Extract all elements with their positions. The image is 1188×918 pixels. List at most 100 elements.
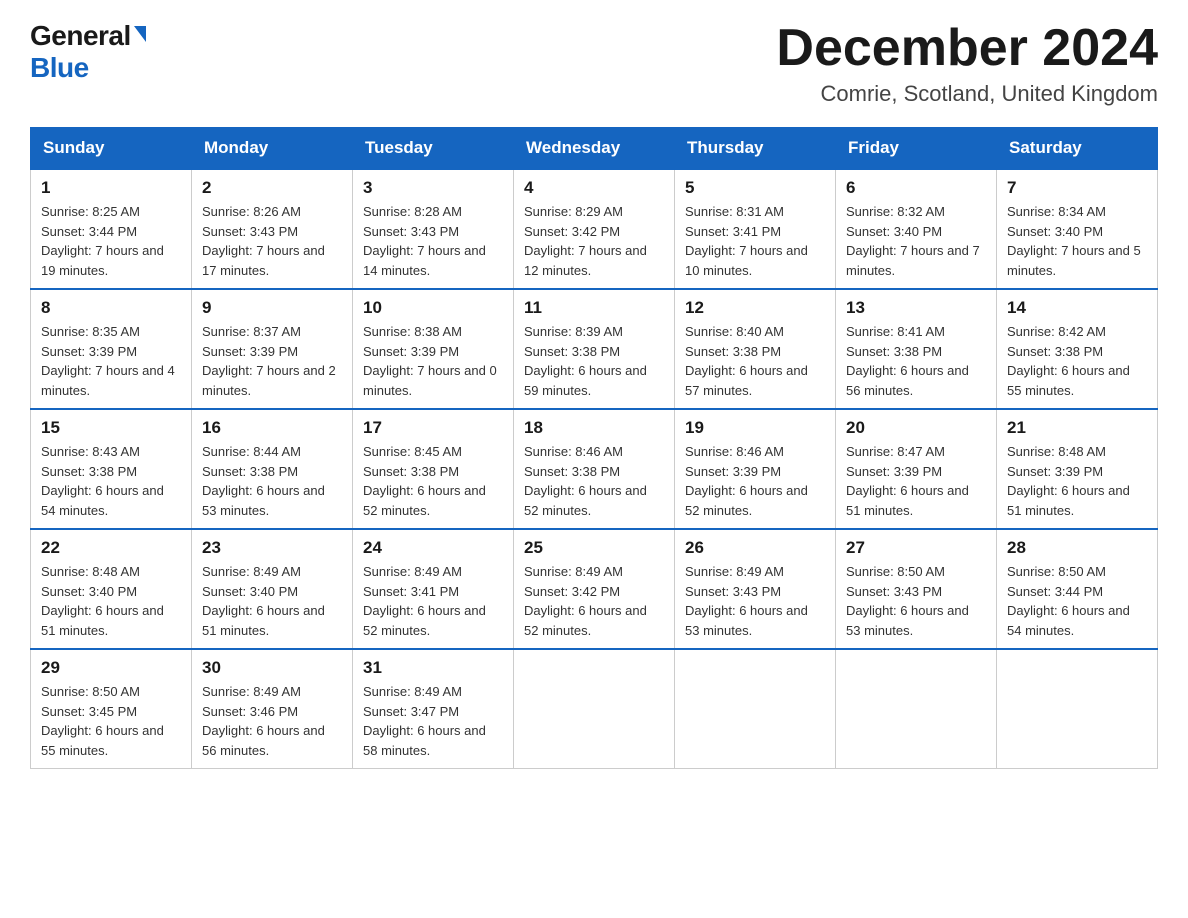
empty-cell (675, 649, 836, 769)
day-number: 8 (41, 298, 181, 318)
day-info: Sunrise: 8:42 AMSunset: 3:38 PMDaylight:… (1007, 322, 1147, 400)
day-number: 27 (846, 538, 986, 558)
day-cell-5: 5 Sunrise: 8:31 AMSunset: 3:41 PMDaylight… (675, 169, 836, 289)
day-cell-30: 30 Sunrise: 8:49 AMSunset: 3:46 PMDayligh… (192, 649, 353, 769)
day-info: Sunrise: 8:35 AMSunset: 3:39 PMDaylight:… (41, 322, 181, 400)
day-number: 6 (846, 178, 986, 198)
day-cell-11: 11Sunrise: 8:39 AMSunset: 3:38 PMDayligh… (514, 289, 675, 409)
day-info: Sunrise: 8:26 AMSunset: 3:43 PMDaylight:… (202, 202, 342, 280)
day-info: Sunrise: 8:34 AMSunset: 3:40 PMDaylight:… (1007, 202, 1147, 280)
day-cell-25: 25 Sunrise: 8:49 AMSunset: 3:42 PMDayligh… (514, 529, 675, 649)
logo-blue-text: Blue (30, 52, 89, 84)
page-header: General Blue December 2024 Comrie, Scotl… (30, 20, 1158, 107)
day-info: Sunrise: 8:49 AMSunset: 3:47 PMDaylight:… (363, 682, 503, 760)
day-cell-26: 26Sunrise: 8:49 AMSunset: 3:43 PMDayligh… (675, 529, 836, 649)
day-number: 17 (363, 418, 503, 438)
month-title: December 2024 (776, 20, 1158, 77)
day-number: 23 (202, 538, 342, 558)
day-info: Sunrise: 8:49 AMSunset: 3:46 PMDaylight:… (202, 682, 342, 760)
empty-cell (997, 649, 1158, 769)
day-info: Sunrise: 8:45 AMSunset: 3:38 PMDaylight:… (363, 442, 503, 520)
day-cell-29: 29 Sunrise: 8:50 AMSunset: 3:45 PMDayligh… (31, 649, 192, 769)
day-cell-22: 22 Sunrise: 8:48 AMSunset: 3:40 PMDayligh… (31, 529, 192, 649)
empty-cell (836, 649, 997, 769)
day-number: 2 (202, 178, 342, 198)
week-row-1: 1 Sunrise: 8:25 AMSunset: 3:44 PMDaylight… (31, 169, 1158, 289)
location-subtitle: Comrie, Scotland, United Kingdom (776, 81, 1158, 107)
day-cell-10: 10Sunrise: 8:38 AMSunset: 3:39 PMDayligh… (353, 289, 514, 409)
day-info: Sunrise: 8:25 AMSunset: 3:44 PMDaylight:… (41, 202, 181, 280)
day-info: Sunrise: 8:38 AMSunset: 3:39 PMDaylight:… (363, 322, 503, 400)
day-number: 28 (1007, 538, 1147, 558)
day-number: 14 (1007, 298, 1147, 318)
day-number: 20 (846, 418, 986, 438)
day-cell-21: 21Sunrise: 8:48 AMSunset: 3:39 PMDayligh… (997, 409, 1158, 529)
logo-arrow-icon (134, 26, 146, 42)
day-cell-31: 31 Sunrise: 8:49 AMSunset: 3:47 PMDayligh… (353, 649, 514, 769)
col-header-saturday: Saturday (997, 128, 1158, 170)
day-cell-1: 1 Sunrise: 8:25 AMSunset: 3:44 PMDaylight… (31, 169, 192, 289)
week-row-5: 29 Sunrise: 8:50 AMSunset: 3:45 PMDayligh… (31, 649, 1158, 769)
day-number: 3 (363, 178, 503, 198)
day-info: Sunrise: 8:44 AMSunset: 3:38 PMDaylight:… (202, 442, 342, 520)
day-info: Sunrise: 8:32 AMSunset: 3:40 PMDaylight:… (846, 202, 986, 280)
calendar-header-row: SundayMondayTuesdayWednesdayThursdayFrid… (31, 128, 1158, 170)
day-info: Sunrise: 8:29 AMSunset: 3:42 PMDaylight:… (524, 202, 664, 280)
day-number: 30 (202, 658, 342, 678)
day-cell-14: 14 Sunrise: 8:42 AMSunset: 3:38 PMDayligh… (997, 289, 1158, 409)
day-info: Sunrise: 8:46 AMSunset: 3:39 PMDaylight:… (685, 442, 825, 520)
col-header-wednesday: Wednesday (514, 128, 675, 170)
empty-cell (514, 649, 675, 769)
day-number: 31 (363, 658, 503, 678)
day-info: Sunrise: 8:50 AMSunset: 3:43 PMDaylight:… (846, 562, 986, 640)
day-info: Sunrise: 8:31 AMSunset: 3:41 PMDaylight:… (685, 202, 825, 280)
day-info: Sunrise: 8:49 AMSunset: 3:40 PMDaylight:… (202, 562, 342, 640)
day-info: Sunrise: 8:40 AMSunset: 3:38 PMDaylight:… (685, 322, 825, 400)
day-number: 15 (41, 418, 181, 438)
col-header-thursday: Thursday (675, 128, 836, 170)
day-info: Sunrise: 8:49 AMSunset: 3:41 PMDaylight:… (363, 562, 503, 640)
day-cell-27: 27 Sunrise: 8:50 AMSunset: 3:43 PMDayligh… (836, 529, 997, 649)
logo: General Blue (30, 20, 146, 84)
day-number: 21 (1007, 418, 1147, 438)
day-cell-28: 28Sunrise: 8:50 AMSunset: 3:44 PMDayligh… (997, 529, 1158, 649)
day-number: 25 (524, 538, 664, 558)
day-cell-16: 16Sunrise: 8:44 AMSunset: 3:38 PMDayligh… (192, 409, 353, 529)
day-cell-13: 13Sunrise: 8:41 AMSunset: 3:38 PMDayligh… (836, 289, 997, 409)
day-info: Sunrise: 8:50 AMSunset: 3:45 PMDaylight:… (41, 682, 181, 760)
day-info: Sunrise: 8:28 AMSunset: 3:43 PMDaylight:… (363, 202, 503, 280)
day-number: 11 (524, 298, 664, 318)
day-cell-20: 20 Sunrise: 8:47 AMSunset: 3:39 PMDayligh… (836, 409, 997, 529)
day-info: Sunrise: 8:49 AMSunset: 3:42 PMDaylight:… (524, 562, 664, 640)
day-cell-6: 6 Sunrise: 8:32 AMSunset: 3:40 PMDaylight… (836, 169, 997, 289)
day-number: 18 (524, 418, 664, 438)
week-row-3: 15Sunrise: 8:43 AMSunset: 3:38 PMDayligh… (31, 409, 1158, 529)
day-cell-18: 18Sunrise: 8:46 AMSunset: 3:38 PMDayligh… (514, 409, 675, 529)
title-area: December 2024 Comrie, Scotland, United K… (776, 20, 1158, 107)
week-row-2: 8 Sunrise: 8:35 AMSunset: 3:39 PMDaylight… (31, 289, 1158, 409)
day-number: 19 (685, 418, 825, 438)
col-header-tuesday: Tuesday (353, 128, 514, 170)
col-header-friday: Friday (836, 128, 997, 170)
day-info: Sunrise: 8:47 AMSunset: 3:39 PMDaylight:… (846, 442, 986, 520)
day-cell-9: 9Sunrise: 8:37 AMSunset: 3:39 PMDaylight… (192, 289, 353, 409)
day-cell-4: 4Sunrise: 8:29 AMSunset: 3:42 PMDaylight… (514, 169, 675, 289)
day-number: 22 (41, 538, 181, 558)
day-cell-23: 23 Sunrise: 8:49 AMSunset: 3:40 PMDayligh… (192, 529, 353, 649)
day-cell-15: 15Sunrise: 8:43 AMSunset: 3:38 PMDayligh… (31, 409, 192, 529)
day-cell-19: 19 Sunrise: 8:46 AMSunset: 3:39 PMDayligh… (675, 409, 836, 529)
day-number: 9 (202, 298, 342, 318)
day-info: Sunrise: 8:48 AMSunset: 3:40 PMDaylight:… (41, 562, 181, 640)
day-number: 1 (41, 178, 181, 198)
day-cell-8: 8 Sunrise: 8:35 AMSunset: 3:39 PMDaylight… (31, 289, 192, 409)
day-number: 5 (685, 178, 825, 198)
day-cell-3: 3 Sunrise: 8:28 AMSunset: 3:43 PMDaylight… (353, 169, 514, 289)
day-cell-7: 7Sunrise: 8:34 AMSunset: 3:40 PMDaylight… (997, 169, 1158, 289)
day-info: Sunrise: 8:49 AMSunset: 3:43 PMDaylight:… (685, 562, 825, 640)
logo-general-text: General (30, 20, 131, 52)
day-number: 12 (685, 298, 825, 318)
col-header-sunday: Sunday (31, 128, 192, 170)
day-cell-17: 17 Sunrise: 8:45 AMSunset: 3:38 PMDayligh… (353, 409, 514, 529)
day-number: 29 (41, 658, 181, 678)
week-row-4: 22 Sunrise: 8:48 AMSunset: 3:40 PMDayligh… (31, 529, 1158, 649)
